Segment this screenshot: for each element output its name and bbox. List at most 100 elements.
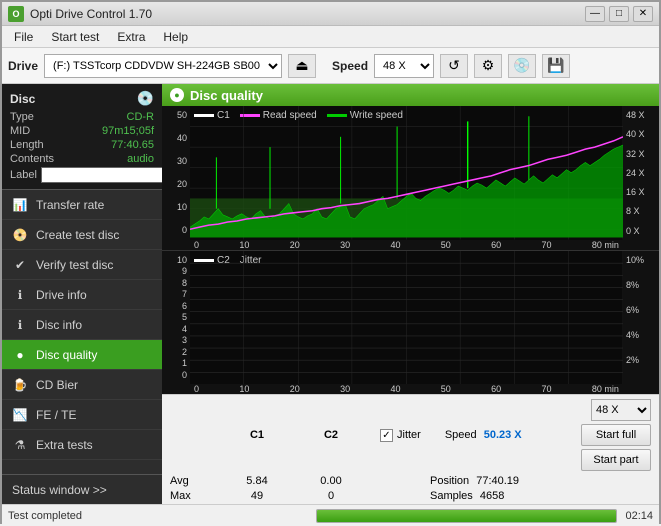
jitter-checkbox-label: Jitter: [397, 429, 421, 441]
charts-container: 50 40 30 20 10 0 C1: [162, 106, 659, 394]
save-button[interactable]: 💾: [542, 54, 570, 78]
sidebar-item-fe-te[interactable]: 📉 FE / TE: [2, 400, 162, 430]
sidebar-label-verify-test-disc: Verify test disc: [36, 258, 113, 272]
disc-contents-row: Contents audio: [10, 153, 154, 165]
toolbar: Drive (F:) TSSTcorp CDDVDW SH-224GB SB00…: [2, 48, 659, 84]
main-area: Disc 💿 Type CD-R MID 97m15;05f Length 77…: [2, 84, 659, 504]
sidebar-item-disc-info[interactable]: ℹ Disc info: [2, 310, 162, 340]
start-full-button[interactable]: Start full: [581, 424, 651, 446]
refresh-button[interactable]: ↺: [440, 54, 468, 78]
app-title: Opti Drive Control 1.70: [30, 7, 152, 21]
sidebar: Disc 💿 Type CD-R MID 97m15;05f Length 77…: [2, 84, 162, 504]
titlebar-left: O Opti Drive Control 1.70: [8, 6, 152, 22]
speed-text-label: Speed: [445, 429, 477, 441]
avg-c2: 0.00: [296, 475, 366, 487]
chart1-svg: [190, 106, 623, 240]
disc-quality-title: Disc quality: [190, 88, 263, 103]
chart1-x-axis: 0 10 20 30 40 50 60 70 80 min: [190, 240, 623, 250]
menu-extra[interactable]: Extra: [109, 28, 153, 46]
stats-speed-select[interactable]: 48 X: [591, 399, 651, 421]
disc-type-row: Type CD-R: [10, 111, 154, 123]
disc-length-val: 77:40.65: [111, 139, 154, 151]
sidebar-label-cd-bier: CD Bier: [36, 378, 78, 392]
settings-button[interactable]: ⚙: [474, 54, 502, 78]
menu-starttest[interactable]: Start test: [43, 28, 107, 46]
chart2-y-axis: 10 9 8 7 6 5 4 3 2 1 0: [162, 251, 190, 385]
disc-label-row: Label 🖊: [10, 167, 154, 183]
disc-mid-key: MID: [10, 125, 30, 137]
max-c1: 49: [222, 490, 292, 502]
speed-display: Speed 50.23 X: [445, 429, 522, 441]
disc-quality-icon: ●: [12, 348, 28, 362]
sidebar-label-transfer-rate: Transfer rate: [36, 198, 104, 212]
disc-length-row: Length 77:40.65: [10, 139, 154, 151]
create-test-disc-icon: 📀: [12, 228, 28, 242]
verify-test-disc-icon: ✔: [12, 258, 28, 272]
disc-info-icon: ℹ: [12, 318, 28, 332]
extra-tests-icon: ⚗: [12, 438, 28, 452]
menubar: File Start test Extra Help: [2, 26, 659, 48]
sidebar-item-create-test-disc[interactable]: 📀 Create test disc: [2, 220, 162, 250]
position-label: Position: [430, 475, 469, 487]
sidebar-item-extra-tests[interactable]: ⚗ Extra tests: [2, 430, 162, 460]
window-controls: — □ ✕: [585, 6, 653, 22]
menu-file[interactable]: File: [6, 28, 41, 46]
disc-section-header: Disc 💿: [10, 90, 154, 107]
disc-label-key: Label: [10, 169, 37, 181]
disc-contents-val: audio: [127, 153, 154, 165]
chart2-svg: [190, 251, 623, 385]
chart2-area: C2 Jitter: [190, 251, 623, 385]
chart1-area: C1 Read speed Write speed: [190, 106, 623, 240]
samples-label: Samples: [430, 490, 473, 502]
disc-type-val: CD-R: [127, 111, 155, 123]
chart2-x-axis: 0 10 20 30 40 50 60 70 80 min: [190, 384, 623, 394]
disc-button[interactable]: 💿: [508, 54, 536, 78]
speed-select[interactable]: 48 X: [374, 54, 434, 78]
sidebar-label-disc-info: Disc info: [36, 318, 82, 332]
samples-val: 4658: [480, 490, 504, 502]
bottom-panel: C1 C2 ✓ Jitter Speed 50.23 X 48 X Start …: [162, 394, 659, 504]
disc-icon: 💿: [137, 90, 154, 107]
sidebar-item-cd-bier[interactable]: 🍺 CD Bier: [2, 370, 162, 400]
sidebar-item-transfer-rate[interactable]: 📊 Transfer rate: [2, 190, 162, 220]
status-window-label: Status window >>: [12, 483, 107, 497]
drive-select[interactable]: (F:) TSSTcorp CDDVDW SH-224GB SB00: [44, 54, 282, 78]
sidebar-item-verify-test-disc[interactable]: ✔ Verify test disc: [2, 250, 162, 280]
max-c2: 0: [296, 490, 366, 502]
chart1-y-axis-right: 48 X 40 X 32 X 24 X 16 X 8 X 0 X: [623, 106, 659, 240]
jitter-checkbox[interactable]: ✓: [380, 429, 393, 442]
drive-info-icon: ℹ: [12, 288, 28, 302]
maximize-button[interactable]: □: [609, 6, 629, 22]
sidebar-item-drive-info[interactable]: ℹ Drive info: [2, 280, 162, 310]
avg-c1: 5.84: [222, 475, 292, 487]
menu-help[interactable]: Help: [155, 28, 196, 46]
eject-button[interactable]: ⏏: [288, 54, 316, 78]
avg-label: Avg: [170, 475, 218, 487]
content-area: ● Disc quality 50 40 30 20 10 0: [162, 84, 659, 504]
col-header-c2: C2: [296, 429, 366, 441]
transfer-rate-icon: 📊: [12, 198, 28, 212]
samples-display: Samples 4658: [430, 490, 504, 502]
status-text: Test completed: [8, 510, 308, 522]
sidebar-item-disc-quality[interactable]: ● Disc quality: [2, 340, 162, 370]
position-val: 77:40.19: [476, 475, 519, 487]
disc-label-input[interactable]: [41, 167, 179, 183]
disc-quality-header: ● Disc quality: [162, 84, 659, 106]
cd-bier-icon: 🍺: [12, 378, 28, 392]
sidebar-label-drive-info: Drive info: [36, 288, 87, 302]
sidebar-label-create-test-disc: Create test disc: [36, 228, 119, 242]
drive-label: Drive: [8, 59, 38, 73]
start-part-button[interactable]: Start part: [581, 449, 651, 471]
fe-te-icon: 📉: [12, 408, 28, 422]
speed-value: 50.23 X: [484, 429, 522, 441]
speed-label: Speed: [332, 59, 368, 73]
max-label: Max: [170, 490, 218, 502]
minimize-button[interactable]: —: [585, 6, 605, 22]
progress-bar: [316, 509, 618, 523]
close-button[interactable]: ✕: [633, 6, 653, 22]
disc-section-title: Disc: [10, 92, 35, 106]
app-icon: O: [8, 6, 24, 22]
statusbar: Test completed 02:14: [2, 504, 659, 526]
sidebar-item-status-window[interactable]: Status window >>: [2, 474, 162, 504]
position-display: Position 77:40.19: [430, 475, 519, 487]
